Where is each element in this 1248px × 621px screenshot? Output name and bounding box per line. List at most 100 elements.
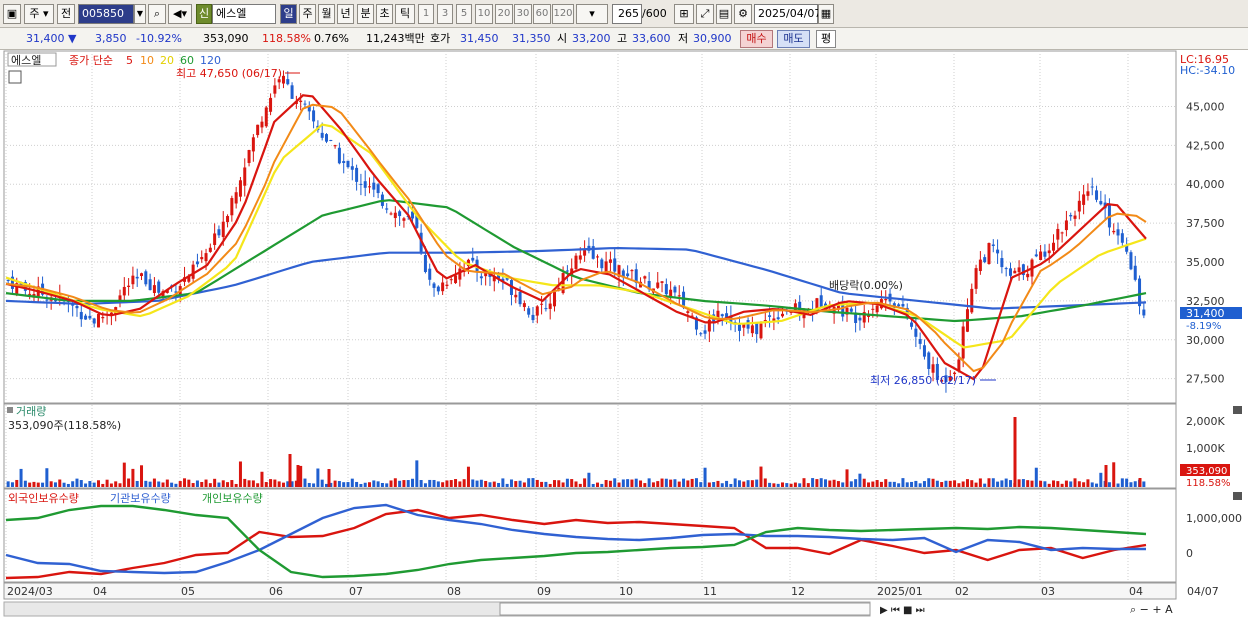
volume-bar: [763, 478, 767, 487]
candle-body: [987, 243, 991, 265]
interval-120[interactable]: 120: [552, 4, 574, 24]
candle-body: [961, 326, 965, 359]
volume-bar: [307, 482, 311, 487]
candle-body: [342, 161, 346, 164]
count-input[interactable]: 265: [612, 4, 642, 24]
volume-bar: [953, 480, 957, 487]
volume-bar: [15, 479, 19, 487]
volume-bar: [398, 480, 402, 487]
candle-body: [565, 270, 569, 272]
volume-bar: [58, 479, 62, 487]
save-icon[interactable]: ▤: [716, 4, 732, 24]
candle-body: [195, 261, 199, 265]
volume-bar: [935, 480, 939, 487]
candle-body: [101, 317, 105, 319]
window-menu-icon[interactable]: ▣: [3, 4, 21, 24]
stock-code-dropdown-icon[interactable]: ▼: [134, 4, 146, 24]
volume-bar: [836, 481, 840, 487]
interval-60[interactable]: 60: [533, 4, 551, 24]
buy-button[interactable]: 매수: [740, 30, 773, 48]
interval-3[interactable]: 3: [437, 4, 453, 24]
period-minute[interactable]: 분: [357, 4, 374, 24]
volume-bar: [380, 483, 384, 487]
draw-tool-icon[interactable]: ⤢: [696, 4, 714, 24]
volume-bar: [634, 478, 638, 487]
volume-bar: [316, 468, 320, 487]
period-day[interactable]: 일: [280, 4, 297, 24]
chart-type-icon[interactable]: ⊞: [674, 4, 694, 24]
volume-bar: [1047, 483, 1051, 487]
candle-body: [213, 233, 217, 245]
period-month[interactable]: 월: [318, 4, 335, 24]
candle-body: [471, 257, 475, 261]
low-annotation: 최저 26,850 (02/17): [870, 374, 976, 387]
date-input[interactable]: 2025/04/07: [754, 4, 821, 24]
y-tick-label: 37,500: [1186, 217, 1225, 230]
zoom-controls-icon[interactable]: ⌕ − + A: [1130, 603, 1173, 616]
volume-bar: [729, 483, 733, 487]
stock-name-field[interactable]: 에스엘: [212, 4, 276, 24]
volume-bar: [531, 478, 535, 487]
volume-ratio: 118.58%: [262, 32, 311, 45]
nav-buttons-icon[interactable]: ▶ ⏮ ■ ⏭: [880, 605, 925, 616]
interval-1[interactable]: 1: [418, 4, 434, 24]
candle-body: [208, 247, 212, 252]
volume-bar: [578, 483, 582, 487]
holdings-y-tick-label: 0: [1186, 547, 1193, 560]
volume-bar: [884, 479, 888, 487]
volume-bar: [1030, 480, 1034, 487]
candle-body: [763, 319, 767, 321]
volume-bar: [596, 482, 600, 487]
interval-30[interactable]: 30: [514, 4, 532, 24]
volume-bar: [208, 483, 212, 487]
candle-body: [200, 257, 204, 260]
stock-code-input[interactable]: 005850: [78, 4, 134, 24]
candle-body: [445, 284, 449, 287]
holdings-panel-close-icon[interactable]: [1233, 492, 1242, 500]
candle-body: [247, 150, 251, 163]
volume-panel-close-icon[interactable]: [1233, 406, 1242, 414]
scrollbar-thumb[interactable]: [499, 602, 871, 616]
search-icon[interactable]: ⌕: [148, 4, 166, 24]
candle-body: [1069, 215, 1073, 217]
sell-button[interactable]: 매도: [777, 30, 810, 48]
stock-chart[interactable]: 45,000 42,500 40,000 37,500 35,000 32,500 30,0…: [0, 50, 1248, 621]
trade-amount: 11,243백만: [366, 32, 425, 45]
volume-bar: [1060, 483, 1064, 487]
volume-bar: [346, 482, 350, 487]
table-toggle-icon[interactable]: [8, 70, 22, 84]
stock-name-tag-text: 에스엘: [11, 54, 41, 67]
volume-bar: [36, 482, 40, 487]
volume-bar: [686, 480, 690, 487]
candle-body: [428, 268, 432, 280]
price-change: 3,850: [95, 32, 127, 45]
prev-button[interactable]: 전: [57, 4, 75, 24]
high-label: 고: [617, 32, 628, 45]
interval-10[interactable]: 10: [475, 4, 493, 24]
calendar-icon[interactable]: ▦: [818, 4, 834, 24]
legend-ma10: 10: [140, 54, 154, 67]
period-year[interactable]: 년: [337, 4, 354, 24]
candle-body: [363, 181, 367, 188]
y-tick-label: 40,000: [1186, 178, 1225, 191]
interval-5[interactable]: 5: [456, 4, 472, 24]
period-tick[interactable]: 틱: [395, 4, 415, 24]
period-week[interactable]: 주: [299, 4, 316, 24]
settings-gear-icon[interactable]: ⚙: [734, 4, 752, 24]
interval-custom-dropdown[interactable]: ▾: [576, 4, 608, 24]
interval-20[interactable]: 20: [495, 4, 513, 24]
x-tick-label: 03: [1041, 585, 1055, 598]
average-button[interactable]: 평: [816, 30, 836, 48]
period-second[interactable]: 초: [376, 4, 393, 24]
volume-spike: [1013, 417, 1017, 487]
volume-bar: [165, 479, 169, 487]
candle-body: [1077, 200, 1081, 212]
speaker-icon[interactable]: ◀▾: [168, 4, 192, 24]
current-price-tag-text: 31,400: [1186, 307, 1225, 320]
candle-body: [630, 270, 634, 272]
candle-body: [626, 273, 630, 277]
period-type-dropdown[interactable]: 주 ▾: [24, 4, 54, 24]
candle-body: [436, 286, 440, 292]
candle-body: [1052, 242, 1056, 251]
volume-bar: [798, 483, 802, 487]
